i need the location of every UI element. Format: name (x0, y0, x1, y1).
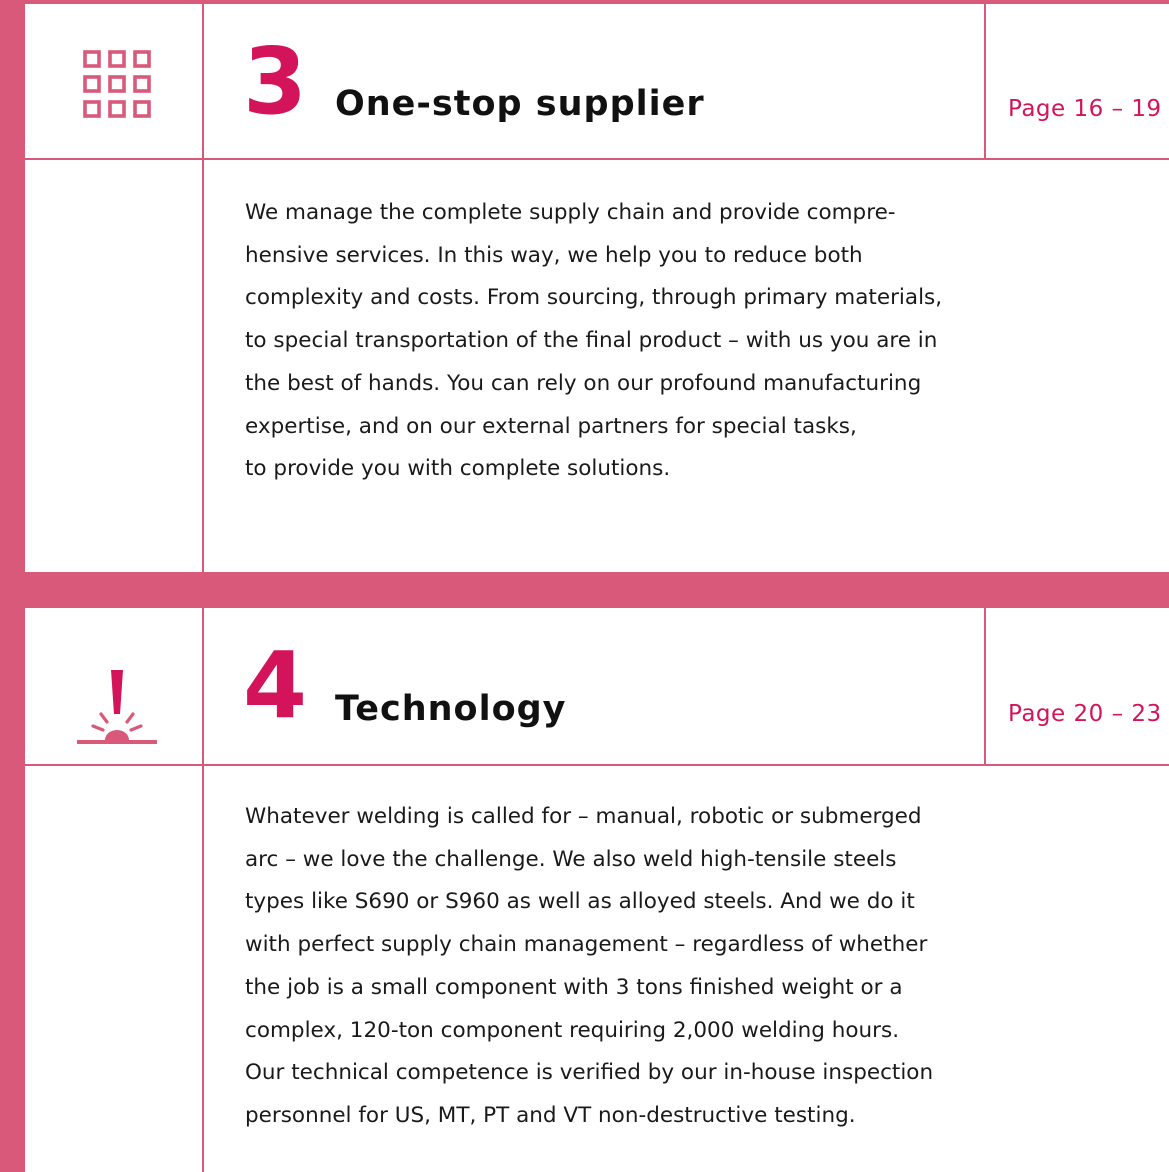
page-ref-divider (984, 4, 986, 160)
page-reference: Page 20 – 23 (1008, 701, 1162, 727)
header-divider (25, 764, 1169, 766)
section-one-stop-supplier: 3 One-stop supplier Page 16 – 19 We mana… (25, 4, 1169, 572)
section-number: 3 (243, 28, 307, 135)
page-ref-divider (984, 608, 986, 766)
column-divider (202, 4, 204, 572)
section-title: One-stop supplier (335, 84, 705, 124)
grid-icon (83, 50, 151, 118)
header-divider (25, 158, 1169, 160)
column-divider (202, 608, 204, 1172)
page-reference: Page 16 – 19 (1008, 96, 1162, 122)
section-body-text: We manage the complete supply chain and … (245, 200, 943, 482)
section-body-text: Whatever welding is called for – manual,… (245, 804, 934, 1128)
section-number: 4 (243, 632, 307, 739)
section-technology: 4 Technology Page 20 – 23 Whatever weldi… (25, 608, 1169, 1172)
section-title: Technology (335, 689, 567, 729)
welding-icon (77, 670, 157, 744)
